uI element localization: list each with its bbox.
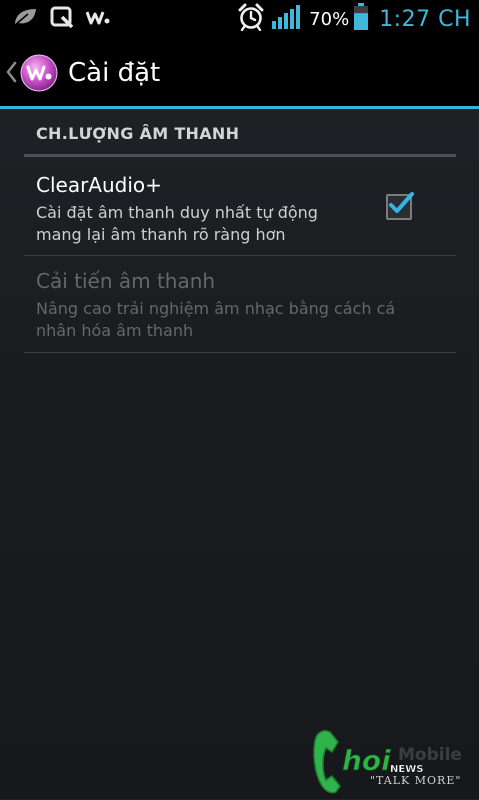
signal-icon	[271, 4, 301, 34]
svg-text:"TALK MORE": "TALK MORE"	[370, 774, 461, 787]
walkman-icon	[85, 8, 110, 30]
quickmemo-icon	[50, 6, 74, 32]
sound-enhancement-preference[interactable]: Cải tiến âm thanh Nâng cao trải nghiệm â…	[24, 256, 456, 352]
sound-enhancement-title: Cải tiến âm thanh	[36, 269, 216, 293]
choimobile-watermark: hoi Mobile NEWS "TALK MORE"	[308, 726, 476, 796]
sound-enhancement-summary: Nâng cao trải nghiệm âm nhạc bằng cách c…	[36, 299, 396, 340]
up-chevron-icon[interactable]	[4, 61, 18, 83]
section-header: CH.LƯỢNG ÂM THANH	[36, 124, 240, 143]
status-indicators: 70% 1:27 CH	[237, 0, 471, 38]
clearaudio-title: ClearAudio+	[36, 173, 162, 197]
alarm-icon	[237, 3, 265, 35]
battery-percent: 70%	[309, 8, 350, 30]
leaf-icon	[12, 7, 38, 31]
action-bar-divider	[0, 106, 479, 109]
svg-text:hoi: hoi	[342, 744, 391, 777]
walkman-app-icon[interactable]	[20, 54, 58, 92]
clearaudio-checkbox[interactable]	[386, 192, 414, 220]
status-bar: 70% 1:27 CH	[0, 0, 479, 38]
page-title: Cài đặt	[68, 58, 161, 88]
svg-text:Mobile: Mobile	[398, 745, 462, 765]
notification-icons	[12, 6, 122, 32]
checkmark-icon	[389, 192, 414, 213]
clearaudio-preference[interactable]: ClearAudio+ Cài đặt âm thanh duy nhất tự…	[24, 158, 456, 254]
section-divider	[24, 154, 456, 157]
clock: 1:27 CH	[379, 6, 471, 32]
clearaudio-summary: Cài đặt âm thanh duy nhất tự động mang l…	[36, 203, 318, 244]
battery-icon	[353, 3, 369, 35]
list-divider	[24, 352, 456, 353]
